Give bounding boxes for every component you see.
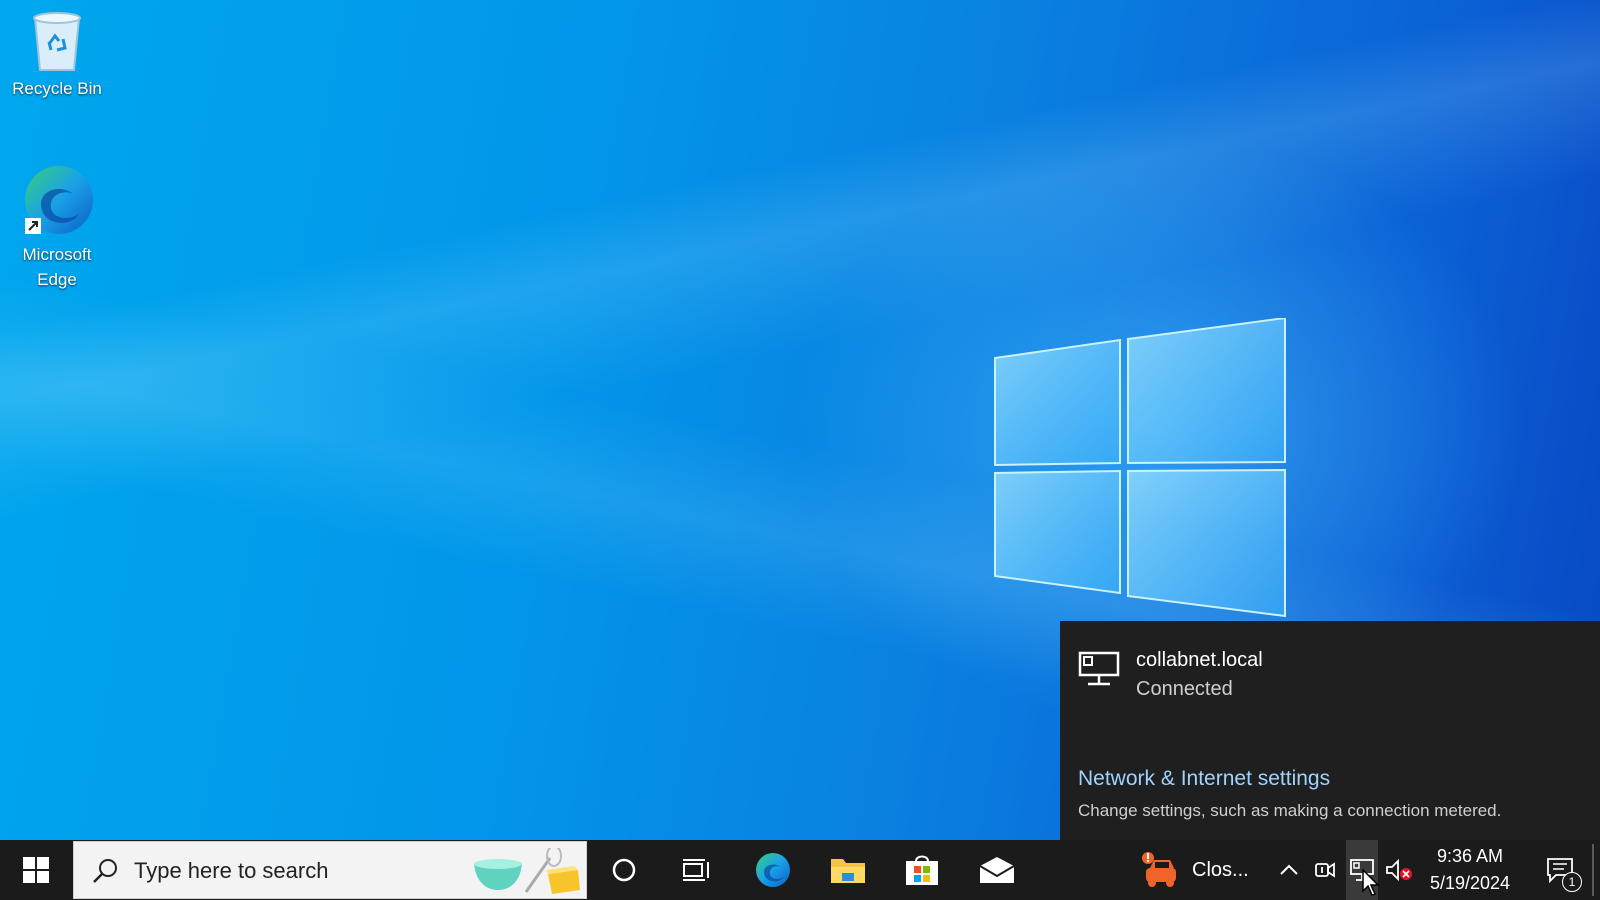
- search-input[interactable]: [132, 854, 436, 888]
- taskbar-store-button[interactable]: [885, 840, 959, 900]
- taskbar-edge-button[interactable]: [736, 840, 810, 900]
- edge-icon: [25, 166, 93, 234]
- windows-start-icon: [23, 857, 49, 883]
- windows-logo-wallpaper: [994, 318, 1286, 618]
- running-app-label: Clos...: [1192, 858, 1249, 881]
- warning-car-icon: [1142, 852, 1176, 887]
- chevron-up-icon: [1280, 864, 1298, 875]
- clock-date: 5/19/2024: [1429, 873, 1511, 893]
- network-status: Connected: [1136, 678, 1233, 700]
- search-box[interactable]: [73, 841, 587, 899]
- desktop-icon-recycle-bin[interactable]: Recycle Bin: [5, 8, 109, 101]
- volume-muted-icon: [1386, 859, 1412, 881]
- taskbar: Clos... 9:36 AM 5/19/2024: [0, 840, 1600, 900]
- wired-network-icon: [1078, 651, 1120, 686]
- cortana-button[interactable]: [588, 840, 660, 900]
- file-explorer-icon: [831, 859, 865, 883]
- meet-now-button[interactable]: [1308, 840, 1342, 900]
- clock-time: 9:36 AM: [1436, 846, 1504, 866]
- start-button[interactable]: [0, 840, 72, 900]
- task-view-icon: [683, 859, 709, 881]
- show-hidden-icons-button[interactable]: [1272, 840, 1306, 900]
- network-settings-link[interactable]: Network & Internet settings: [1078, 767, 1330, 791]
- taskbar-mail-button[interactable]: [960, 840, 1034, 900]
- mail-icon: [979, 857, 1015, 883]
- edge-icon: [756, 853, 790, 887]
- notification-count-badge: 1: [1562, 872, 1582, 892]
- desktop-icon-label: Microsoft Edge: [22, 245, 92, 289]
- wired-network-icon: [1350, 859, 1374, 881]
- clock[interactable]: 9:36 AM 5/19/2024: [1420, 840, 1520, 900]
- taskbar-running-app[interactable]: Clos...: [1140, 840, 1266, 900]
- network-flyout: collabnet.local Connected Network & Inte…: [1060, 621, 1600, 840]
- desktop-icon-label: Recycle Bin: [12, 79, 102, 98]
- network-tray-button[interactable]: [1346, 840, 1378, 900]
- network-settings-description: Change settings, such as making a connec…: [1078, 801, 1502, 820]
- show-desktop-button[interactable]: [1592, 844, 1594, 896]
- desktop-icon-microsoft-edge[interactable]: Microsoft Edge: [5, 164, 109, 292]
- volume-button[interactable]: [1380, 840, 1418, 900]
- network-name[interactable]: collabnet.local: [1136, 649, 1263, 672]
- task-view-button[interactable]: [660, 840, 734, 900]
- store-icon: [906, 855, 938, 885]
- cortana-icon: [612, 858, 636, 882]
- action-center-button[interactable]: 1: [1530, 840, 1590, 900]
- taskbar-file-explorer-button[interactable]: [811, 840, 885, 900]
- meet-now-icon: [1315, 862, 1335, 878]
- search-highlight-baking-icon: [474, 848, 580, 894]
- search-icon: [93, 859, 117, 883]
- recycle-bin-icon: [33, 12, 81, 71]
